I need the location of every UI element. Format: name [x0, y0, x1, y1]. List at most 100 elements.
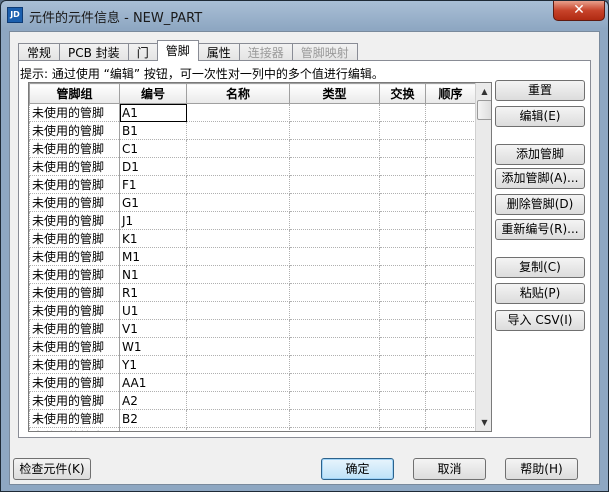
column-header[interactable]: 编号 — [119, 83, 187, 104]
table-cell[interactable] — [186, 301, 290, 320]
table-row[interactable]: 未使用的管脚C2 — [29, 427, 476, 431]
table-cell[interactable] — [425, 229, 476, 248]
table-cell[interactable] — [186, 193, 290, 212]
add-pins-button[interactable]: 添加管脚(A)... — [495, 168, 585, 189]
table-cell[interactable] — [186, 283, 290, 302]
table-cell[interactable] — [186, 211, 290, 230]
table-cell[interactable] — [425, 211, 476, 230]
table-cell[interactable]: B2 — [119, 409, 187, 428]
table-cell[interactable] — [379, 103, 426, 122]
table-row[interactable]: 未使用的管脚 G1 — [29, 193, 476, 212]
cancel-button[interactable]: 取消 — [413, 458, 486, 480]
table-cell[interactable] — [289, 139, 380, 158]
table-cell[interactable] — [289, 409, 380, 428]
table-cell[interactable]: 未使用的管脚 — [29, 247, 120, 266]
table-cell[interactable] — [289, 391, 380, 410]
table-cell[interactable]: 未使用的管脚 — [29, 157, 120, 176]
reset-button[interactable]: 重置 — [495, 80, 585, 101]
close-button[interactable]: ✕ — [553, 1, 605, 21]
delete-pin-button[interactable]: 删除管脚(D) — [495, 194, 585, 215]
table-cell[interactable] — [425, 355, 476, 374]
table-cell[interactable] — [425, 265, 476, 284]
tab-0[interactable]: 常规 — [18, 43, 61, 61]
table-cell[interactable]: 未使用的管脚 — [29, 391, 120, 410]
table-cell[interactable]: 未使用的管脚 — [29, 337, 120, 356]
table-cell[interactable] — [289, 301, 380, 320]
scroll-down-icon[interactable]: ▼ — [476, 414, 491, 431]
table-cell[interactable]: 未使用的管脚 — [29, 319, 120, 338]
table-cell[interactable] — [186, 337, 290, 356]
table-cell[interactable] — [186, 247, 290, 266]
table-cell[interactable]: 未使用的管脚 — [29, 283, 120, 302]
table-row[interactable]: 未使用的管脚 C1 — [29, 139, 476, 158]
table-cell[interactable]: 未使用的管脚 — [29, 211, 120, 230]
tab-1[interactable]: PCB 封装 — [59, 43, 129, 61]
table-cell[interactable] — [186, 355, 290, 374]
table-cell[interactable] — [425, 157, 476, 176]
table-row[interactable]: 未使用的管脚 AA1 — [29, 373, 476, 392]
table-cell[interactable]: U1 — [119, 301, 187, 320]
edit-button[interactable]: 编辑(E) — [495, 106, 585, 127]
ok-button[interactable]: 确定 — [321, 458, 394, 480]
table-cell[interactable] — [289, 103, 380, 122]
table-row[interactable]: 未使用的管脚 N1 — [29, 265, 476, 284]
table-cell[interactable] — [289, 337, 380, 356]
table-cell[interactable] — [425, 337, 476, 356]
table-cell[interactable]: 未使用的管脚 — [29, 427, 120, 431]
table-cell[interactable] — [425, 301, 476, 320]
table-cell[interactable]: 未使用的管脚 — [29, 265, 120, 284]
table-cell[interactable] — [379, 265, 426, 284]
column-header[interactable]: 交换 — [379, 83, 426, 104]
table-row[interactable]: 未使用的管脚 J1 — [29, 211, 476, 230]
table-cell[interactable] — [379, 211, 426, 230]
table-cell[interactable]: 未使用的管脚 — [29, 301, 120, 320]
table-cell[interactable]: W1 — [119, 337, 187, 356]
import-csv-button[interactable]: 导入 CSV(I) — [495, 310, 585, 331]
table-cell[interactable] — [425, 175, 476, 194]
table-cell[interactable] — [379, 175, 426, 194]
paste-button[interactable]: 粘贴(P) — [495, 283, 585, 304]
table-cell[interactable] — [289, 121, 380, 140]
table-cell[interactable]: J1 — [119, 211, 187, 230]
table-cell[interactable] — [186, 427, 290, 431]
table-cell[interactable] — [289, 427, 380, 431]
table-cell[interactable] — [186, 265, 290, 284]
table-cell[interactable] — [379, 391, 426, 410]
title-bar[interactable]: JD 元件的元件信息 - NEW_PART ✕ — [1, 1, 608, 29]
help-button[interactable]: 帮助(H) — [505, 458, 578, 480]
table-cell[interactable]: F1 — [119, 175, 187, 194]
table-row[interactable]: 未使用的管脚 A2 — [29, 391, 476, 410]
table-cell[interactable] — [186, 121, 290, 140]
table-cell[interactable]: C2 — [119, 427, 187, 431]
table-row[interactable]: 未使用的管脚 A1 — [29, 103, 476, 122]
column-header[interactable]: 类型 — [289, 83, 380, 104]
table-cell[interactable] — [289, 319, 380, 338]
copy-button[interactable]: 复制(C) — [495, 257, 585, 278]
table-cell[interactable]: M1 — [119, 247, 187, 266]
scroll-up-icon[interactable]: ▲ — [476, 83, 491, 100]
table-cell[interactable] — [425, 319, 476, 338]
table-cell[interactable]: 未使用的管脚 — [29, 373, 120, 392]
table-row[interactable]: 未使用的管脚 F1 — [29, 175, 476, 194]
table-cell[interactable] — [186, 229, 290, 248]
table-row[interactable]: 未使用的管脚 W1 — [29, 337, 476, 356]
table-cell[interactable] — [425, 193, 476, 212]
table-row[interactable]: 未使用的管脚 V1 — [29, 319, 476, 338]
renumber-button[interactable]: 重新编号(R)... — [495, 219, 585, 240]
table-cell[interactable] — [425, 247, 476, 266]
tab-2[interactable]: 门 — [127, 43, 158, 61]
table-cell[interactable] — [425, 427, 476, 431]
column-header[interactable]: 顺序 — [425, 83, 476, 104]
table-cell[interactable] — [289, 229, 380, 248]
table-cell[interactable]: 未使用的管脚 — [29, 175, 120, 194]
table-cell[interactable] — [289, 283, 380, 302]
table-cell[interactable] — [379, 355, 426, 374]
column-header[interactable]: 管脚组 — [29, 83, 120, 104]
table-cell[interactable] — [186, 103, 290, 122]
table-cell[interactable] — [379, 139, 426, 158]
table-cell[interactable] — [186, 391, 290, 410]
table-cell[interactable]: V1 — [119, 319, 187, 338]
table-cell[interactable]: B1 — [119, 121, 187, 140]
table-cell[interactable] — [186, 319, 290, 338]
table-cell[interactable] — [289, 157, 380, 176]
